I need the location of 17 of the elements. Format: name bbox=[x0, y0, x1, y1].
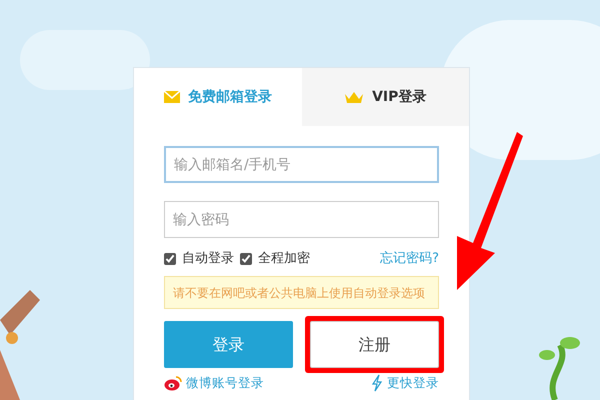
login-button[interactable]: 登录 bbox=[164, 321, 293, 368]
login-link[interactable]: 微博账号登录 bbox=[164, 374, 264, 393]
register-button[interactable]: 注册 bbox=[310, 321, 439, 368]
checkbox[interactable] bbox=[240, 253, 252, 265]
crown-icon bbox=[344, 91, 364, 103]
text-field[interactable]: 输入密码 bbox=[164, 201, 439, 238]
lightning-icon bbox=[371, 374, 383, 392]
login-link[interactable]: 更快登录 bbox=[371, 374, 439, 393]
weibo-icon bbox=[164, 375, 182, 392]
checkbox-label: 全程加密 bbox=[258, 250, 310, 268]
warning-notice: 请不要在网吧或者公共电脑上使用自动登录选项 bbox=[164, 276, 439, 309]
checkbox[interactable] bbox=[164, 253, 176, 265]
checkbox-label: 自动登录 bbox=[182, 250, 234, 268]
envelope-icon bbox=[164, 91, 180, 103]
text-field[interactable]: 输入邮箱名/手机号 bbox=[164, 146, 439, 183]
forgot-password-link[interactable]: 忘记密码? bbox=[380, 249, 439, 269]
login-tab[interactable]: VIP登录 bbox=[302, 68, 469, 126]
